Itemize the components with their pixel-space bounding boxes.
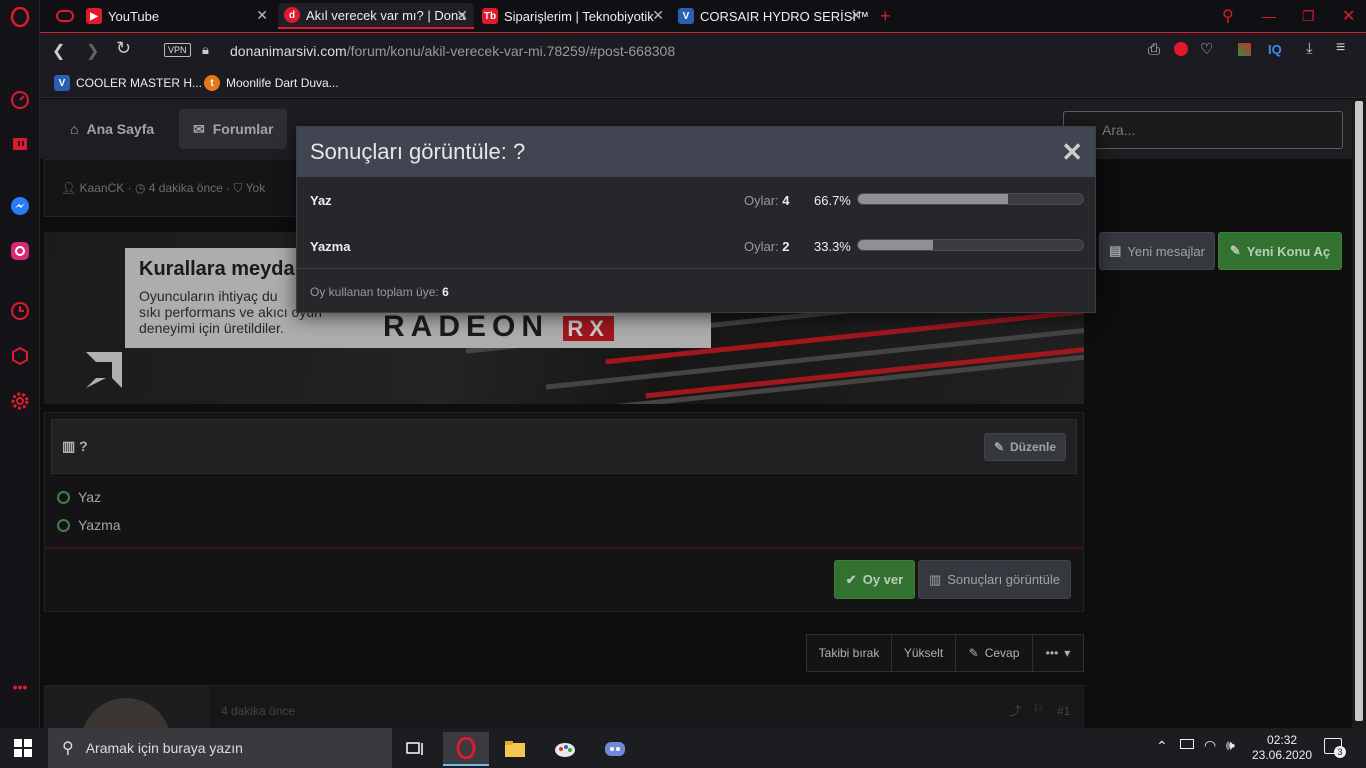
more-icon[interactable]: ••• [9, 676, 31, 698]
iq-extension-icon[interactable]: IQ [1268, 42, 1282, 57]
new-tab-icon[interactable]: + [874, 3, 891, 29]
opera-taskbar-icon[interactable] [443, 732, 489, 766]
settings-icon[interactable] [9, 390, 31, 412]
results-modal: Sonuçları görüntüle: ? ✕ Yaz Oylar: 4 66… [296, 126, 1096, 313]
heart-icon[interactable]: ♡ [1200, 40, 1213, 58]
windows-start-icon[interactable] [0, 731, 46, 765]
vatan-icon: V [54, 75, 70, 91]
forward-icon[interactable]: ❯ [86, 41, 99, 61]
modal-footer: Oy kullanan toplam üye: 6 [297, 268, 1095, 312]
close-icon[interactable]: ✕ [1061, 137, 1083, 168]
twitch-icon[interactable] [9, 134, 31, 156]
reload-icon[interactable]: ↻ [116, 38, 131, 59]
system-clock[interactable]: 02:32 23.06.2020 [1252, 733, 1312, 763]
adblock-icon[interactable] [1174, 42, 1188, 56]
youtube-icon: ▶ [86, 8, 102, 24]
taskbar-search-input[interactable]: ⚲ Aramak için buraya yazın [48, 728, 392, 768]
result-row: Yazma Oylar: 2 33.3% [297, 224, 1095, 268]
teknobiyotik-icon: Tb [482, 8, 498, 24]
close-tab-icon[interactable]: ✕ [652, 7, 664, 24]
bookmark-cooler-master[interactable]: V COOLER MASTER H... [54, 75, 202, 91]
close-window-icon[interactable]: ✕ [1336, 3, 1355, 29]
bookmark-moonlife[interactable]: t Moonlife Dart Duva... [204, 75, 339, 91]
restore-icon[interactable]: ❐ [1296, 3, 1315, 29]
close-tab-icon[interactable]: ✕ [850, 7, 862, 24]
result-progress-bar [857, 193, 1084, 205]
task-view-icon[interactable] [393, 732, 439, 766]
menu-icon[interactable]: ≡ [1336, 39, 1345, 57]
battery-icon[interactable] [1180, 739, 1194, 749]
search-icon: ⚲ [62, 740, 74, 757]
result-row: Yaz Oylar: 4 66.7% [297, 178, 1095, 222]
back-icon[interactable]: ❮ [52, 41, 65, 61]
volume-icon[interactable]: 🕪︎ [1226, 737, 1235, 754]
vatan-icon: V [678, 8, 694, 24]
moonlife-icon: t [204, 75, 220, 91]
notifications-icon[interactable]: 3 [1324, 738, 1346, 758]
modal-header: Sonuçları görüntüle: ? ✕ [297, 127, 1095, 177]
result-progress-bar [857, 239, 1084, 251]
tab-corsair[interactable]: V CORSAIR HYDRO SERİSİ™ ✕ [672, 3, 868, 29]
url-field[interactable]: donanimarsivi.com/forum/konu/akil-verece… [230, 43, 675, 59]
extensions-icon[interactable] [9, 345, 31, 367]
address-bar: ❮ ❯ ↻ VPN 🔒︎ donanimarsivi.com/forum/kon… [40, 32, 1366, 68]
close-tab-icon[interactable]: ✕ [456, 7, 468, 24]
bookmarks-bar: V COOLER MASTER H... t Moonlife Dart Duv… [40, 68, 1366, 98]
tab-search-icon[interactable]: ⚲ [1216, 3, 1234, 29]
paint-icon[interactable] [542, 732, 588, 766]
tab-siparislerim[interactable]: Tb Siparişlerim | Teknobiyotik ✕ [476, 3, 670, 29]
instagram-icon[interactable] [9, 240, 31, 262]
discord-icon[interactable] [592, 732, 638, 766]
modal-title: Sonuçları görüntüle: ? [310, 139, 526, 164]
windows-taskbar: ⚲ Aramak için buraya yazın ⌃ ◠ 🕪︎ 02:32 … [0, 728, 1366, 768]
file-explorer-icon[interactable] [492, 732, 538, 766]
speed-dial-icon[interactable] [9, 89, 31, 111]
snapshot-icon[interactable]: ⎙ [1148, 41, 1160, 58]
gamepad-tab-icon[interactable] [50, 3, 78, 29]
download-icon[interactable]: ⤓ [1306, 40, 1313, 57]
tab-akil-verecek[interactable]: d Akıl verecek var mı? | Dona ✕ [278, 3, 474, 29]
opera-logo-icon[interactable] [9, 6, 31, 28]
page-scrollbar[interactable] [1352, 99, 1366, 728]
tab-bar: ▶ YouTube ✕ d Akıl verecek var mı? | Don… [40, 0, 1366, 32]
donanimarsivi-icon: d [284, 7, 300, 23]
history-icon[interactable] [9, 300, 31, 322]
close-tab-icon[interactable]: ✕ [256, 7, 268, 24]
messenger-icon[interactable] [9, 195, 31, 217]
wifi-icon[interactable]: ◠ [1204, 737, 1216, 754]
chevron-up-icon[interactable]: ⌃ [1156, 738, 1168, 755]
browser-sidebar: ••• [0, 0, 40, 728]
minimize-icon[interactable]: — [1256, 3, 1276, 29]
lock-icon[interactable]: 🔒︎ [202, 42, 209, 58]
vpn-badge[interactable]: VPN [164, 43, 191, 57]
extension-cube-icon[interactable] [1238, 43, 1251, 56]
tab-youtube[interactable]: ▶ YouTube ✕ [80, 3, 274, 29]
